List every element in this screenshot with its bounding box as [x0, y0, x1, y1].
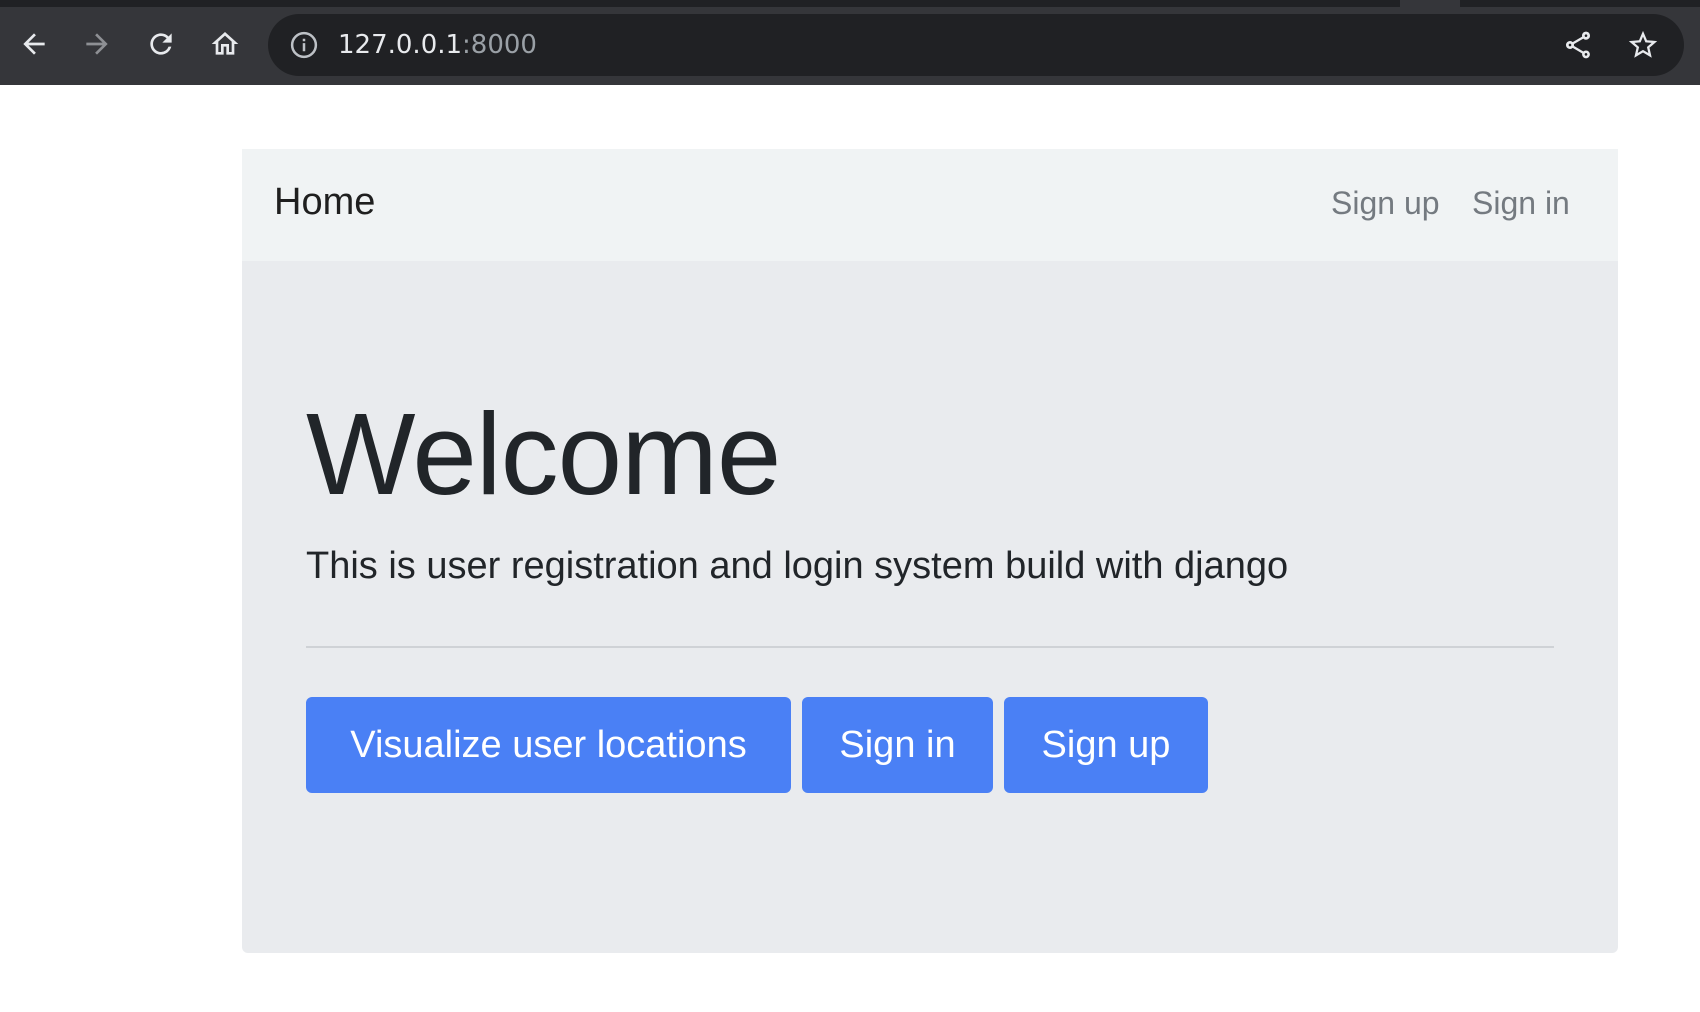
- arrow-right-icon: [86, 33, 108, 55]
- home-button[interactable]: [203, 22, 247, 66]
- url-port: :8000: [462, 30, 537, 60]
- visualize-locations-button[interactable]: Visualize user locations: [306, 697, 791, 793]
- sign-up-button[interactable]: Sign up: [1004, 697, 1208, 793]
- address-bar[interactable]: 127.0.0.1:8000: [268, 14, 1684, 76]
- nav-link-signin[interactable]: Sign in: [1472, 183, 1570, 223]
- page-title: Welcome: [306, 389, 781, 519]
- hero-divider: [306, 646, 1554, 648]
- info-icon[interactable]: [289, 30, 319, 60]
- star-icon[interactable]: [1626, 28, 1660, 62]
- back-button[interactable]: [12, 22, 56, 66]
- hero-jumbotron: Welcome This is user registration and lo…: [242, 261, 1618, 953]
- browser-toolbar: 127.0.0.1:8000: [0, 0, 1700, 85]
- site-navbar: Home Sign up Sign in: [242, 149, 1618, 261]
- reload-icon: [150, 33, 172, 55]
- url-text[interactable]: 127.0.0.1:8000: [338, 29, 537, 61]
- share-icon[interactable]: [1562, 29, 1594, 61]
- nav-link-signup[interactable]: Sign up: [1331, 183, 1440, 223]
- home-icon: [211, 32, 239, 55]
- url-host: 127.0.0.1: [338, 30, 463, 60]
- sign-in-button[interactable]: Sign in: [802, 697, 993, 793]
- reload-button[interactable]: [139, 22, 183, 66]
- arrow-left-icon: [23, 33, 45, 55]
- tab-strip-gap: [1400, 0, 1460, 7]
- hero-lead-text: This is user registration and login syst…: [306, 545, 1289, 587]
- forward-button[interactable]: [75, 22, 119, 66]
- navbar-brand-home[interactable]: Home: [274, 179, 375, 225]
